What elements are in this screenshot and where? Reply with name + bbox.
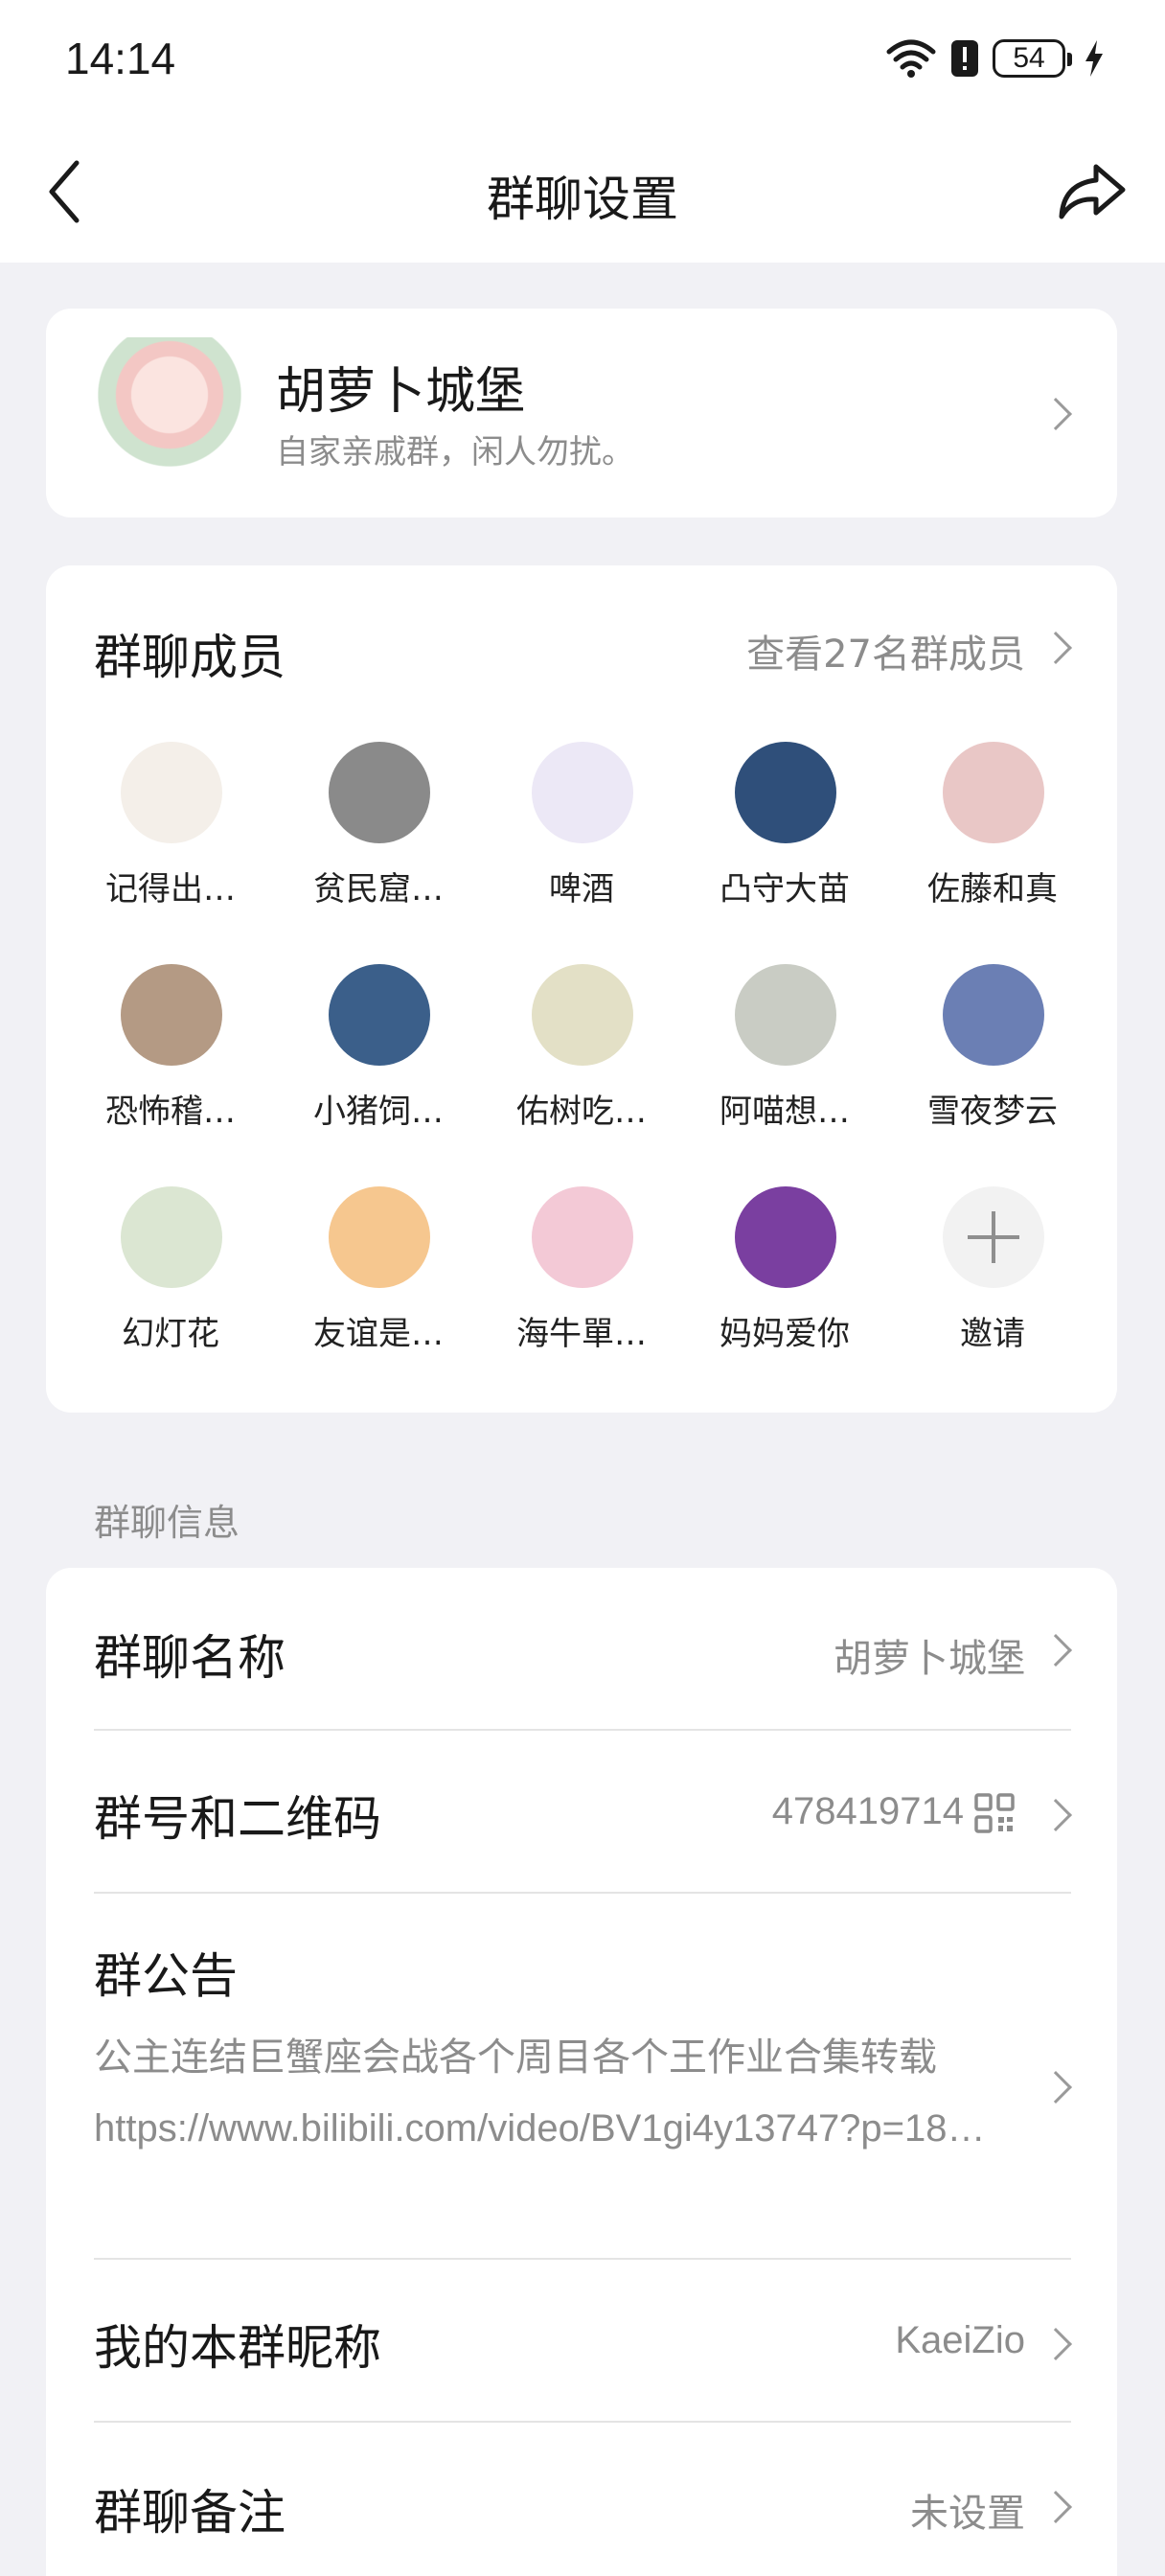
member-name: 雪夜梦云 bbox=[927, 1092, 1058, 1131]
chevron-right-icon bbox=[1039, 2491, 1072, 2523]
announcement-text: 公主连结巨蟹座会战各个周目各个王作业合集转载 https://www.bilib… bbox=[94, 2036, 986, 2150]
status-icons: 54 bbox=[885, 34, 1106, 82]
member-name: 海牛單… bbox=[516, 1315, 647, 1353]
member-name: 贫民窟… bbox=[313, 870, 444, 908]
member-avatar bbox=[943, 964, 1044, 1066]
share-icon[interactable] bbox=[1054, 153, 1131, 230]
alert-icon bbox=[951, 40, 978, 77]
member-item[interactable]: 幻灯花 bbox=[75, 1186, 266, 1378]
member-item[interactable]: 雪夜梦云 bbox=[897, 964, 1088, 1156]
plus-icon bbox=[943, 1186, 1044, 1288]
group-description: 自家亲戚群，闲人勿扰。 bbox=[276, 433, 634, 472]
member-avatar bbox=[121, 964, 222, 1066]
member-avatar bbox=[532, 964, 633, 1066]
group-avatar bbox=[98, 337, 241, 489]
section-label-group-info: 群聊信息 bbox=[94, 1502, 240, 1544]
member-avatar bbox=[532, 1186, 633, 1288]
group-announcement-row[interactable]: 群公告 公主连结巨蟹座会战各个周目各个王作业合集转载 https://www.b… bbox=[46, 1568, 1117, 2258]
member-item[interactable]: 友谊是… bbox=[283, 1186, 474, 1378]
chevron-right-icon bbox=[1039, 2328, 1072, 2360]
member-item[interactable]: 海牛單… bbox=[486, 1186, 677, 1378]
member-item[interactable]: 妈妈爱你 bbox=[689, 1186, 880, 1378]
member-name: 妈妈爱你 bbox=[720, 1315, 850, 1353]
status-bar: 14:14 54 bbox=[0, 0, 1165, 119]
member-item[interactable]: 贫民窟… bbox=[283, 742, 474, 933]
battery-indicator: 54 bbox=[993, 39, 1072, 78]
chevron-right-icon bbox=[1039, 398, 1072, 430]
member-name: 恐怖稽… bbox=[105, 1092, 236, 1131]
group-info-card: 群聊名称 胡萝卜城堡 群号和二维码 478419714 群公告 公主连结巨蟹座会… bbox=[46, 1568, 1117, 2576]
group-remark-row[interactable]: 群聊备注 未设置 bbox=[46, 2423, 1117, 2576]
member-avatar bbox=[121, 1186, 222, 1288]
my-nickname-row[interactable]: 我的本群昵称 KaeiZio bbox=[46, 2260, 1117, 2421]
member-item[interactable]: 恐怖稽… bbox=[75, 964, 266, 1156]
member-item[interactable]: 记得出… bbox=[75, 742, 266, 933]
member-avatar bbox=[329, 742, 430, 843]
member-avatar bbox=[532, 742, 633, 843]
wifi-icon bbox=[886, 39, 936, 78]
group-name: 胡萝卜城堡 bbox=[276, 363, 526, 421]
charging-icon bbox=[1085, 40, 1103, 77]
member-name: 阿喵想… bbox=[720, 1092, 850, 1131]
members-title: 群聊成员 bbox=[94, 630, 286, 685]
group-profile-card[interactable]: 胡萝卜城堡 自家亲戚群，闲人勿扰。 bbox=[46, 309, 1117, 518]
row-value: KaeiZio bbox=[895, 2319, 1025, 2361]
member-avatar bbox=[329, 964, 430, 1066]
member-item[interactable]: 啤酒 bbox=[486, 742, 677, 933]
page-title: 群聊设置 bbox=[487, 172, 678, 227]
member-name: 佑树吃… bbox=[516, 1092, 647, 1131]
member-name: 啤酒 bbox=[549, 870, 614, 908]
nav-bar: 群聊设置 bbox=[0, 119, 1165, 263]
member-item[interactable]: 佑树吃… bbox=[486, 964, 677, 1156]
battery-level: 54 bbox=[1013, 42, 1045, 74]
chevron-right-icon bbox=[1039, 632, 1072, 664]
member-name: 记得出… bbox=[105, 870, 236, 908]
member-item[interactable]: 小猪饲… bbox=[283, 964, 474, 1156]
member-name: 友谊是… bbox=[313, 1315, 444, 1353]
member-avatar bbox=[121, 742, 222, 843]
member-avatar bbox=[735, 742, 836, 843]
invite-label: 邀请 bbox=[960, 1315, 1025, 1353]
member-item[interactable]: 阿喵想… bbox=[689, 964, 880, 1156]
status-time: 14:14 bbox=[65, 34, 176, 83]
member-avatar bbox=[329, 1186, 430, 1288]
member-avatar bbox=[735, 1186, 836, 1288]
member-avatar bbox=[735, 964, 836, 1066]
chevron-right-icon bbox=[1039, 2071, 1072, 2104]
member-name: 幻灯花 bbox=[122, 1315, 219, 1353]
member-avatar bbox=[943, 742, 1044, 843]
member-name: 小猪饲… bbox=[313, 1092, 444, 1131]
invite-member-button[interactable]: 邀请 bbox=[897, 1186, 1088, 1378]
member-item[interactable]: 佐藤和真 bbox=[897, 742, 1088, 933]
view-all-members-link[interactable]: 查看27名群成员 bbox=[746, 623, 1025, 678]
row-title: 我的本群昵称 bbox=[94, 2320, 381, 2376]
member-name: 凸守大苗 bbox=[720, 870, 850, 908]
member-name: 佐藤和真 bbox=[927, 870, 1058, 908]
members-card: 群聊成员 查看27名群成员 记得出… 贫民窟… 啤酒 凸守大苗 佐藤和真 恐怖稽… bbox=[46, 565, 1117, 1413]
row-title: 群聊备注 bbox=[94, 2485, 286, 2541]
member-item[interactable]: 凸守大苗 bbox=[689, 742, 880, 933]
row-value: 未设置 bbox=[910, 2492, 1025, 2536]
row-title: 群公告 bbox=[94, 1948, 238, 2004]
